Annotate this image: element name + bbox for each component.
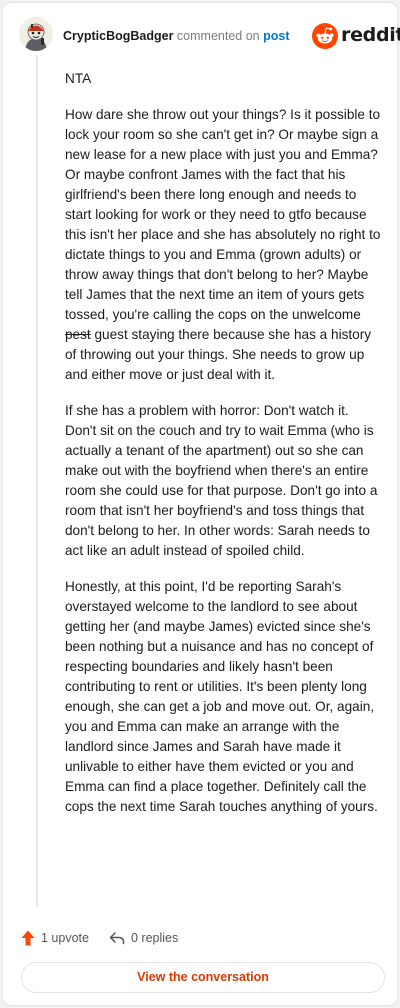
comment-header: CrypticBogBadger commented on post: [63, 28, 289, 44]
comment-paragraph: Honestly, at this point, I'd be reportin…: [65, 579, 378, 814]
strikethrough-text: pest: [65, 327, 91, 342]
upvote-arrow-icon: [21, 930, 35, 946]
reply-count: 0 replies: [131, 931, 179, 945]
comment-paragraph: How dare she throw out your things? Is i…: [65, 105, 383, 385]
avatar-image: [19, 17, 53, 51]
comment-body: NTA How dare she throw out your things? …: [65, 69, 383, 833]
reddit-logo-icon: [312, 23, 338, 49]
upvote-count: 1 upvote: [41, 931, 89, 945]
upvote-button[interactable]: 1 upvote: [21, 927, 89, 949]
action-text: commented on: [176, 29, 260, 43]
post-link[interactable]: post: [263, 29, 289, 43]
username-link[interactable]: CrypticBogBadger: [63, 29, 173, 43]
avatar[interactable]: [19, 17, 53, 51]
replies-button[interactable]: 0 replies: [109, 927, 178, 949]
paragraph-text: How dare she throw out your things? Is i…: [65, 107, 381, 322]
comment-paragraph: If she has a problem with horror: Don't …: [65, 403, 378, 558]
reddit-wordmark: reddit: [341, 24, 400, 46]
reply-arrow-icon: [109, 932, 125, 945]
thread-line: [36, 55, 38, 907]
comment-paragraph: NTA: [65, 71, 92, 86]
comment-card: CrypticBogBadger commented on post reddi…: [2, 2, 400, 1006]
view-conversation-button[interactable]: View the conversation: [21, 962, 385, 993]
paragraph-text: guest staying there because she has a hi…: [65, 327, 372, 382]
